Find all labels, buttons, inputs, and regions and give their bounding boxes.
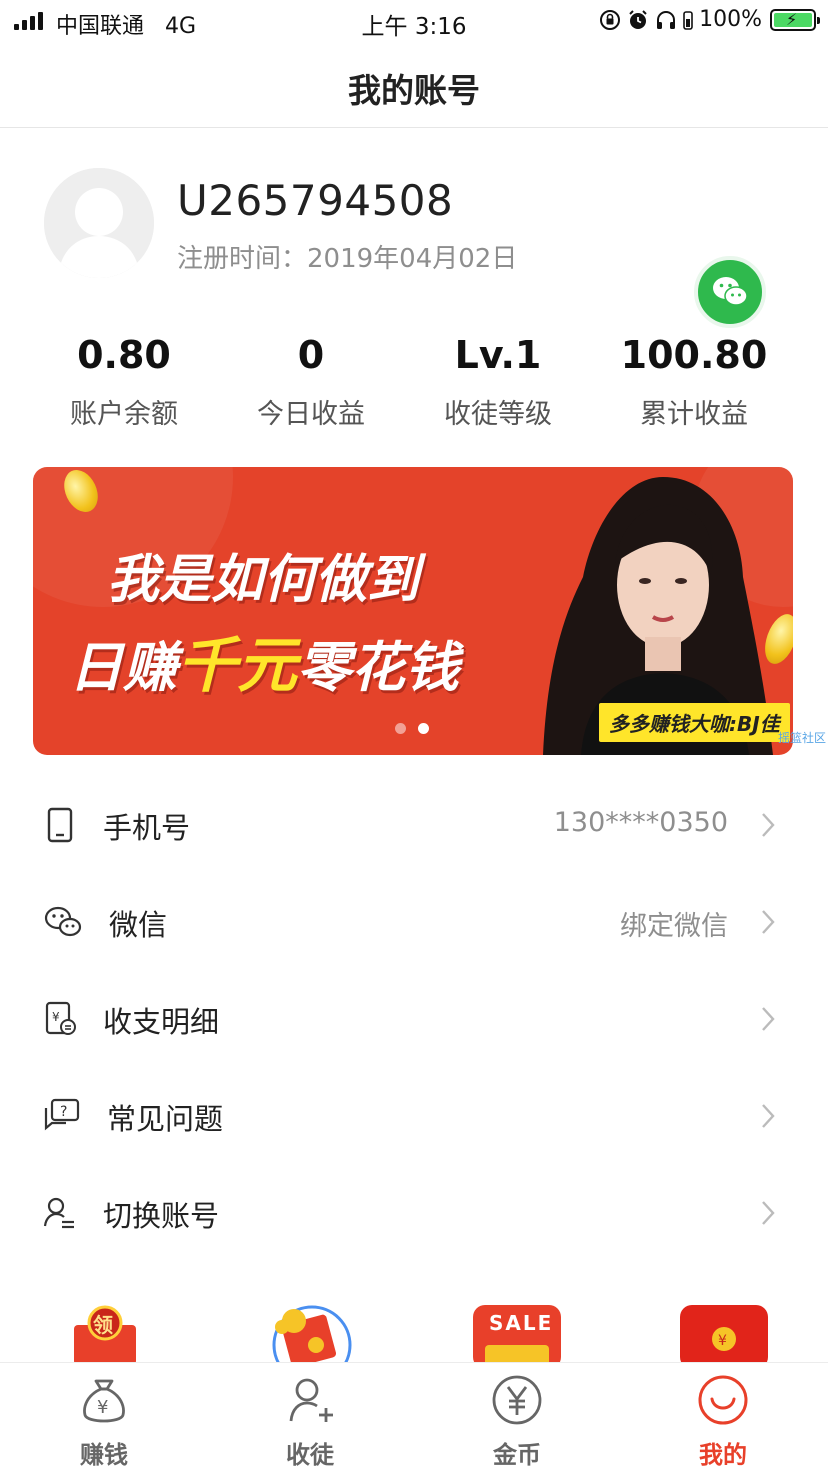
sale-label: SALE: [489, 1311, 554, 1335]
bill-icon: ¥: [45, 1001, 76, 1035]
stat-value: Lv.1: [454, 333, 542, 377]
menu-label: 微信: [109, 908, 168, 942]
headline-prefix: 日赚: [69, 636, 177, 699]
avatar[interactable]: [44, 168, 154, 278]
default-avatar-icon: [44, 168, 154, 278]
wechat-share-button[interactable]: [694, 256, 766, 328]
carousel-dot[interactable]: [395, 723, 406, 734]
tab-label: 我的: [699, 1441, 747, 1469]
red-envelope-icon: ¥: [680, 1305, 768, 1363]
stat-apprentice-level[interactable]: Lv.1 收徒等级: [398, 328, 598, 431]
menu-label: 手机号: [103, 811, 191, 845]
stat-value: 0: [297, 333, 325, 377]
svg-text:?: ?: [60, 1104, 67, 1120]
chevron-right-icon: [762, 813, 775, 837]
chevron-right-icon: [762, 910, 775, 934]
menu-item-wechat[interactable]: 微信 绑定微信: [0, 874, 828, 971]
tab-apprentice[interactable]: 收徒: [250, 1373, 370, 1470]
smile-icon: [698, 1375, 748, 1425]
speaker-tag: 多多赚钱大咖:BJ佳: [599, 703, 790, 742]
registration-info: 注册时间：2019年04月02日: [177, 238, 517, 275]
banner-headline-2: 日赚千元零花钱: [69, 617, 459, 704]
menu-value: 绑定微信: [620, 911, 728, 942]
menu-item-bill-details[interactable]: ¥ 收支明细: [0, 971, 828, 1068]
stat-label: 今日收益: [257, 399, 365, 430]
tab-bar: ¥ 赚钱 收徒 金币 我的: [0, 1362, 828, 1472]
svg-text:¥: ¥: [97, 1397, 108, 1418]
battery-percent: 100%: [699, 7, 762, 32]
help-icon: ?: [44, 1098, 80, 1131]
bluetooth-battery-icon: [683, 10, 693, 30]
chevron-right-icon: [762, 1104, 775, 1128]
tab-coins[interactable]: 金币: [457, 1373, 577, 1470]
tab-mine[interactable]: 我的: [663, 1373, 783, 1470]
battery-icon: ⚡: [770, 8, 820, 31]
phone-icon: [47, 807, 73, 843]
switch-account-icon: [43, 1197, 74, 1229]
tab-label: 收徒: [286, 1441, 334, 1469]
tab-earn[interactable]: ¥ 赚钱: [44, 1373, 164, 1470]
promo-redpacket-icon[interactable]: [268, 1305, 358, 1363]
promo-claim-icon[interactable]: 领: [70, 1305, 160, 1363]
claim-label: 领: [93, 1313, 113, 1337]
alarm-icon: [629, 9, 647, 29]
carousel-dot-active[interactable]: [418, 723, 429, 734]
menu-label: 收支明细: [103, 1005, 220, 1039]
status-bar: 中国联通 4G 上午 3:16 100% ⚡: [0, 0, 828, 44]
coin-icon: [492, 1375, 542, 1425]
username: U265794508: [177, 176, 454, 225]
menu-value: 130****0350: [553, 807, 728, 838]
stat-value: 100.80: [620, 333, 768, 377]
red-packet-icon: [272, 1305, 352, 1363]
svg-text:¥: ¥: [718, 1333, 727, 1349]
add-user-icon: [289, 1378, 333, 1422]
rotation-lock-icon: [600, 9, 621, 30]
headline-suffix: 零花钱: [297, 636, 459, 699]
stat-label: 累计收益: [640, 399, 748, 430]
status-right-icons: 100% ⚡: [599, 7, 820, 32]
promo-sale-icon[interactable]: SALE: [473, 1305, 563, 1363]
tab-label: 赚钱: [80, 1441, 128, 1469]
carousel-dots[interactable]: [395, 723, 429, 734]
nav-bar: 我的账号: [0, 44, 828, 128]
wechat-icon: [44, 906, 82, 937]
stat-total-earnings[interactable]: 100.80 累计收益: [594, 328, 794, 431]
stat-today-earnings[interactable]: 0 今日收益: [211, 328, 411, 431]
wechat-icon: [713, 277, 748, 306]
menu-item-switch-account[interactable]: 切换账号: [0, 1165, 828, 1262]
watermark-text: 摇篮社区: [778, 731, 827, 745]
menu-item-faq[interactable]: ? 常见问题: [0, 1068, 828, 1165]
stat-label: 账户余额: [70, 399, 178, 430]
headline-highlight: 千元: [177, 631, 297, 701]
menu-label: 切换账号: [103, 1199, 220, 1233]
stat-balance[interactable]: 0.80 账户余额: [24, 328, 224, 431]
menu-label: 常见问题: [107, 1102, 224, 1136]
promo-banner[interactable]: 我是如何做到 日赚千元零花钱 多多赚钱大咖:BJ佳: [33, 467, 793, 755]
headphones-icon: [657, 10, 676, 29]
money-bag-icon: ¥: [83, 1379, 125, 1423]
stat-label: 收徒等级: [444, 399, 552, 430]
registered-label: 注册时间：: [177, 244, 308, 274]
menu-item-phone[interactable]: 手机号 130****0350: [0, 777, 828, 874]
chevron-right-icon: [762, 1201, 775, 1225]
tab-label: 金币: [493, 1441, 541, 1469]
svg-text:¥: ¥: [52, 1010, 60, 1024]
page-title: 我的账号: [348, 71, 480, 110]
registered-date: 2019年04月02日: [307, 244, 518, 274]
banner-headline-1: 我是如何做到: [107, 550, 420, 610]
chevron-right-icon: [762, 1007, 775, 1031]
promo-redpacket-2-icon[interactable]: ¥: [680, 1305, 770, 1363]
stat-value: 0.80: [77, 333, 171, 377]
